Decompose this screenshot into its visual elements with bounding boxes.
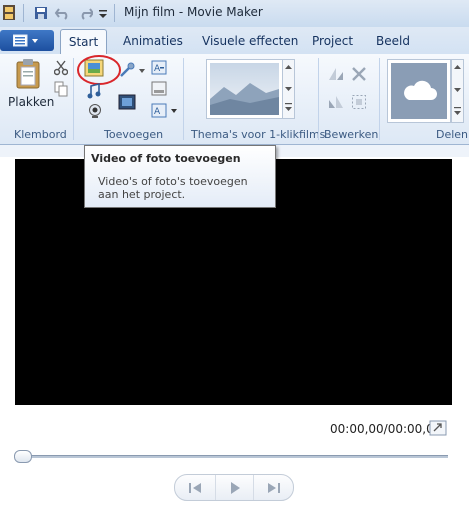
next-frame-icon [268, 482, 280, 493]
undo-icon[interactable] [54, 5, 70, 21]
title-icon[interactable]: A [151, 60, 167, 76]
timecode: 00:00,00/00:00,00 [330, 422, 442, 436]
rotate-left-icon[interactable] [328, 67, 344, 81]
tab-start[interactable]: Start [60, 29, 107, 55]
window-title: Mijn film - Movie Maker [124, 5, 263, 19]
playback-controls [174, 474, 294, 501]
theme-gallery-item[interactable] [206, 59, 283, 119]
add-music-icon[interactable] [86, 83, 102, 99]
separator [183, 58, 184, 140]
play-button[interactable] [215, 475, 254, 500]
theme-thumbnail-image [210, 63, 279, 115]
tooltip: Video of foto toevoegen Video's of foto'… [84, 145, 276, 208]
file-menu-button[interactable] [0, 30, 54, 51]
group-label-share: Delen [436, 128, 469, 141]
gallery-arrows-icon [454, 65, 461, 115]
narration-icon[interactable] [119, 62, 147, 78]
group-label-themes: Thema's voor 1-klikfilms [191, 128, 326, 141]
svg-text:A: A [154, 64, 161, 74]
remove-icon[interactable] [351, 66, 367, 82]
cloud-icon [404, 80, 437, 100]
tooltip-title: Video of foto toevoegen [91, 152, 241, 165]
save-icon[interactable] [33, 5, 49, 21]
customize-dropdown-icon[interactable] [98, 5, 114, 21]
ribbon-tab-row: Start Animaties Visuele effecten Project… [0, 27, 469, 55]
separator [318, 58, 319, 140]
rotate-right-icon[interactable] [328, 95, 344, 109]
onedrive-tile [391, 63, 447, 119]
seek-thumb[interactable] [14, 450, 32, 463]
tab-animaties[interactable]: Animaties [123, 34, 183, 48]
play-icon [231, 481, 240, 494]
paste-button[interactable]: Plakken [4, 56, 54, 116]
paste-icon [16, 59, 40, 89]
credits-icon[interactable]: A [151, 103, 179, 119]
title-bar: Mijn film - Movie Maker [0, 0, 469, 27]
snapshot-icon[interactable] [118, 94, 136, 110]
separator [73, 58, 74, 140]
group-label-clipboard: Klembord [14, 128, 67, 141]
seek-bar[interactable] [20, 455, 448, 458]
share-onedrive-button[interactable] [387, 59, 451, 123]
tab-beeld[interactable]: Beeld [376, 34, 410, 48]
previous-frame-button[interactable] [177, 475, 215, 500]
gallery-arrows-icon [285, 65, 292, 111]
movie-maker-app-icon[interactable] [2, 4, 18, 20]
paste-label: Plakken [8, 95, 55, 109]
separator [379, 58, 380, 140]
cut-icon[interactable] [54, 60, 68, 76]
fullscreen-icon[interactable] [429, 420, 447, 436]
select-all-icon[interactable] [351, 94, 367, 110]
tab-visuele-effecten[interactable]: Visuele effecten [202, 34, 298, 48]
svg-text:A: A [154, 107, 161, 117]
tab-project[interactable]: Project [312, 34, 353, 48]
file-menu-icon [13, 34, 38, 47]
redo-icon[interactable] [77, 5, 93, 21]
next-frame-button[interactable] [253, 475, 292, 500]
group-label-add: Toevoegen [104, 128, 164, 141]
caption-icon[interactable] [151, 81, 167, 97]
tooltip-text: Video's of foto's toevoegen aan het proj… [98, 175, 248, 201]
ribbon: Plakken Klembord A A Toevoegen Thema's v… [0, 54, 469, 145]
share-gallery-scroll[interactable] [451, 59, 464, 123]
group-label-edit: Bewerken [324, 128, 379, 141]
theme-gallery-scroll[interactable] [282, 59, 295, 119]
webcam-icon[interactable] [87, 103, 103, 119]
copy-icon[interactable] [54, 81, 68, 97]
previous-frame-icon [189, 482, 201, 493]
